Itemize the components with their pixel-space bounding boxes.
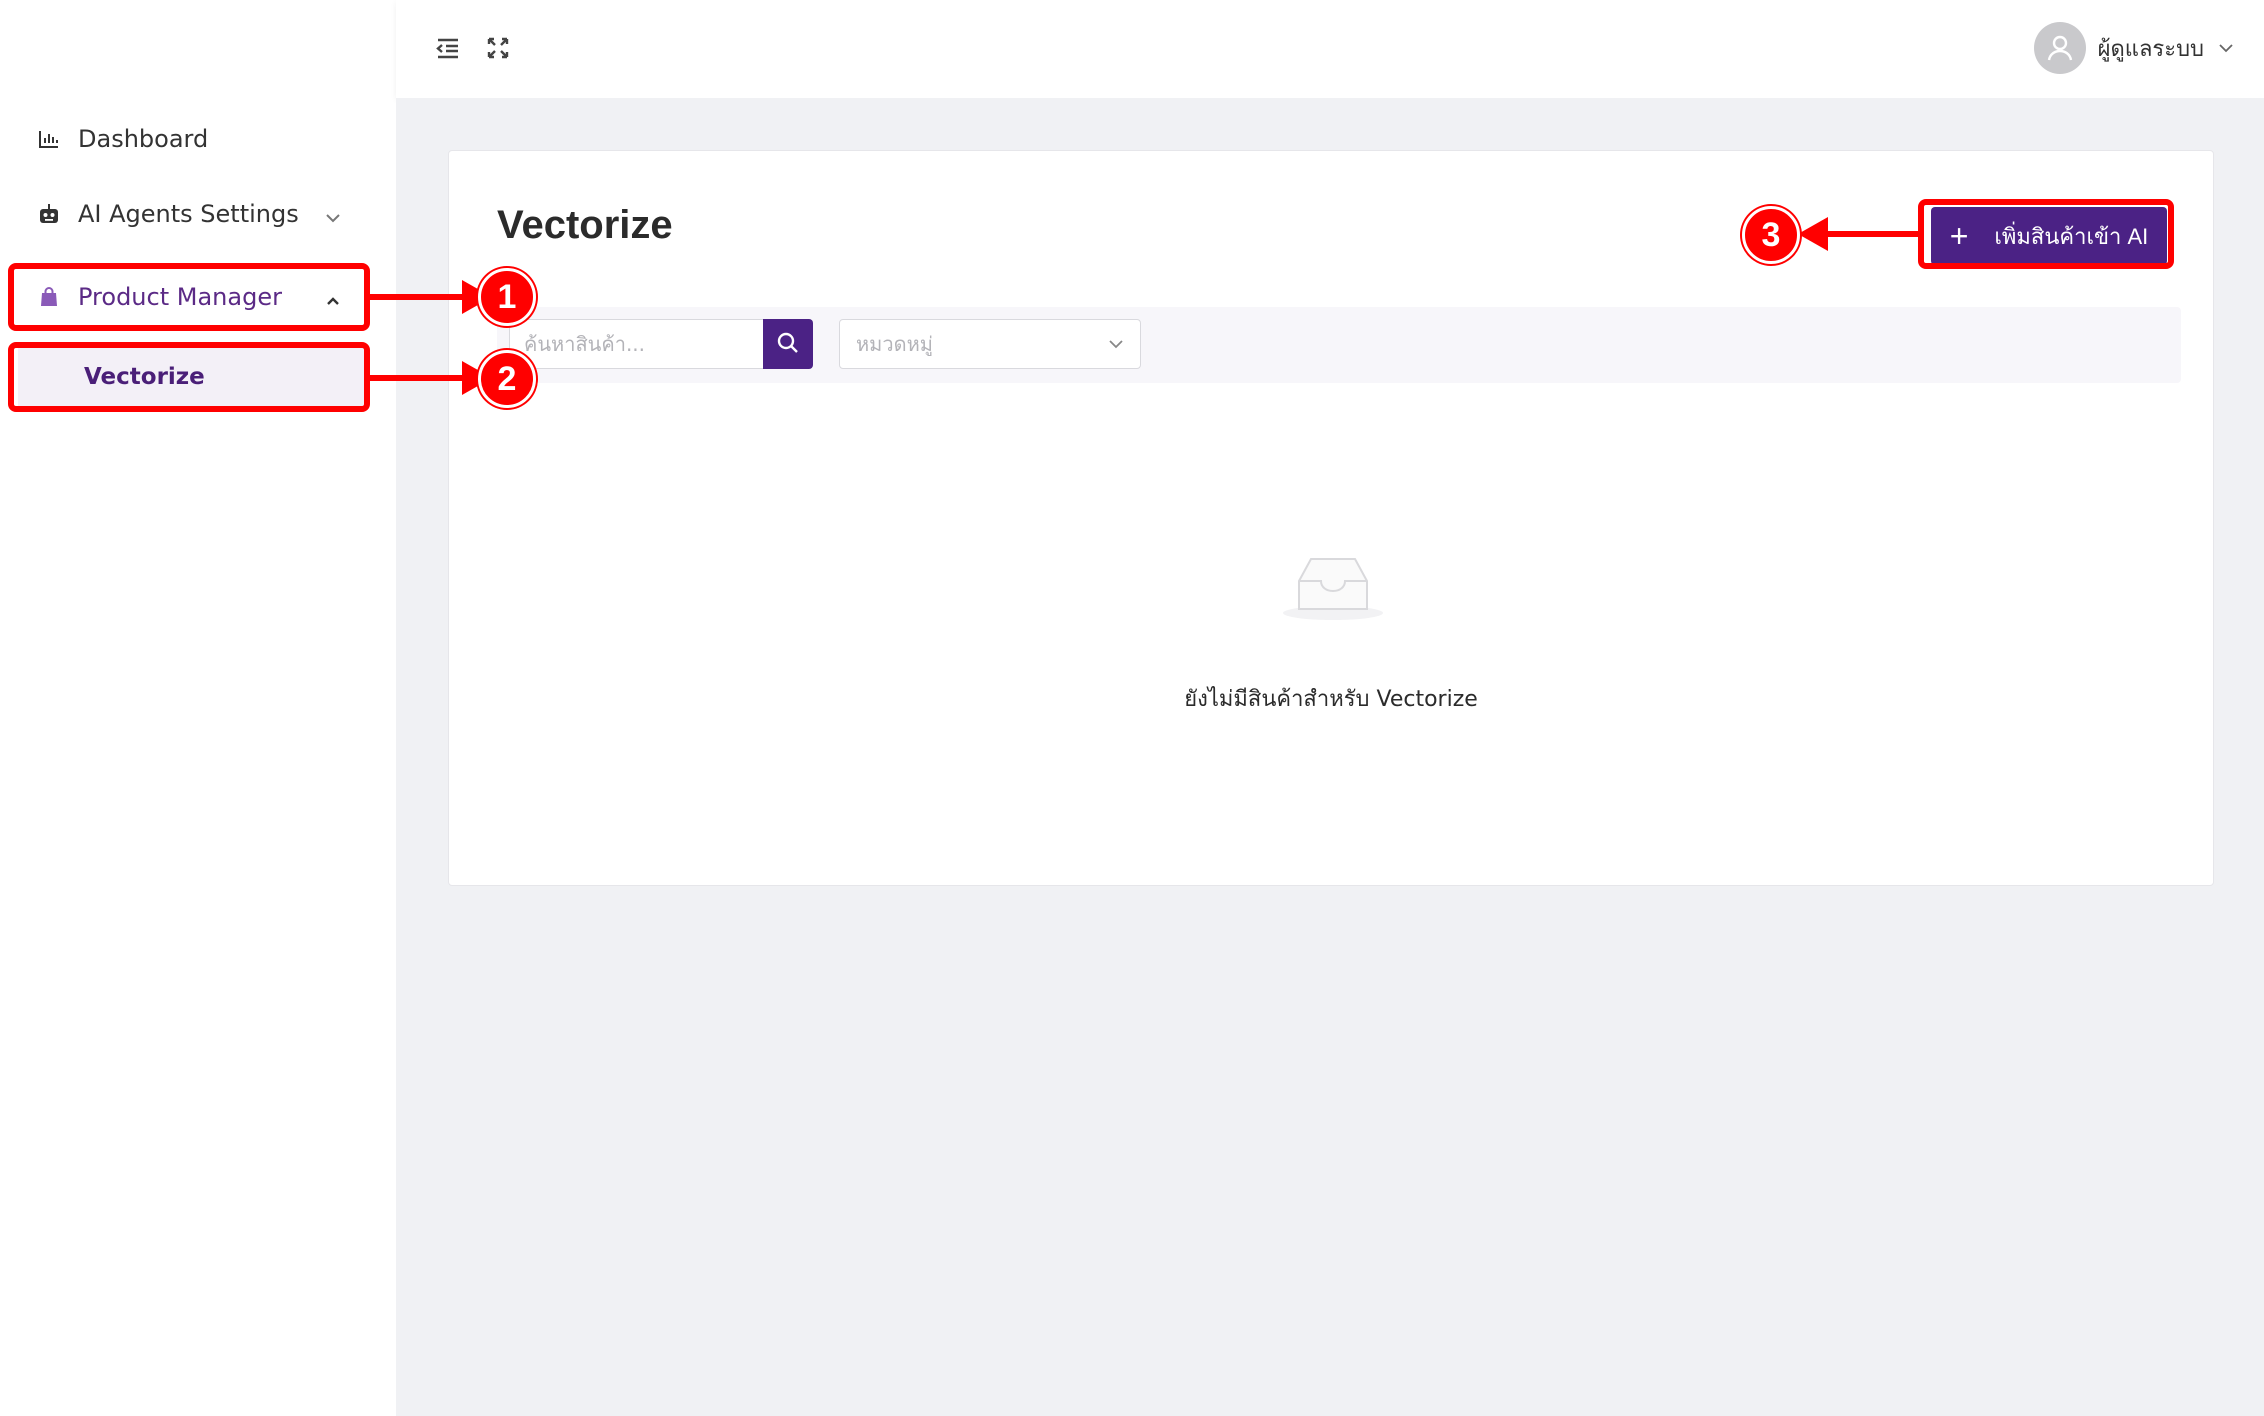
top-header: ผู้ดูแลระบบ xyxy=(396,0,2264,98)
category-placeholder: หมวดหมู่ xyxy=(856,332,933,356)
sidebar-item-label: Product Manager xyxy=(78,283,282,311)
shopping-bag-icon xyxy=(38,286,60,308)
empty-inbox-icon xyxy=(1281,551,1385,623)
app-window: Dashboard AI Agents Settings Product Man… xyxy=(0,0,2264,1416)
annotation-arrowhead-3 xyxy=(1798,217,1828,251)
annotation-arrow-2 xyxy=(370,375,470,381)
search-input[interactable] xyxy=(509,319,763,369)
sidebar-item-ai-agents-settings[interactable]: AI Agents Settings xyxy=(18,183,364,245)
chevron-down-icon xyxy=(324,205,342,223)
add-product-to-ai-button[interactable]: + เพิ่มสินค้าเข้า AI xyxy=(1931,207,2167,265)
search-button[interactable] xyxy=(763,319,813,369)
sidebar-item-dashboard[interactable]: Dashboard xyxy=(18,108,364,170)
avatar xyxy=(2033,22,2086,74)
sidebar-subitem-vectorize[interactable]: Vectorize xyxy=(18,347,364,407)
sidebar: Dashboard AI Agents Settings Product Man… xyxy=(0,0,396,1416)
sidebar-item-label: Dashboard xyxy=(78,125,209,153)
plus-icon: + xyxy=(1949,218,1969,254)
category-select[interactable]: หมวดหมู่ xyxy=(839,319,1141,369)
fullscreen-icon[interactable] xyxy=(484,34,512,62)
add-button-label: เพิ่มสินค้าเข้า AI xyxy=(1994,223,2149,249)
user-name: ผู้ดูแลระบบ xyxy=(2097,36,2204,62)
sidebar-item-label: AI Agents Settings xyxy=(78,200,299,228)
filter-bar: หมวดหมู่ xyxy=(497,307,2181,383)
bar-chart-icon xyxy=(38,128,60,150)
vectorize-card: Vectorize + เพิ่มสินค้าเข้า AI หมวดหมู่ xyxy=(448,150,2214,886)
annotation-arrow-1 xyxy=(370,294,470,300)
user-menu[interactable]: ผู้ดูแลระบบ xyxy=(2033,20,2234,76)
chevron-up-icon xyxy=(324,288,342,306)
robot-icon xyxy=(38,203,60,225)
annotation-marker-1: 1 xyxy=(478,268,536,326)
menu-collapse-icon[interactable] xyxy=(434,34,462,62)
chevron-down-icon xyxy=(1108,336,1124,352)
search-icon xyxy=(776,331,800,358)
chevron-down-icon xyxy=(2218,40,2234,56)
sidebar-subitem-label: Vectorize xyxy=(84,364,205,390)
annotation-marker-3: 3 xyxy=(1742,206,1800,264)
main-content: Vectorize + เพิ่มสินค้าเข้า AI หมวดหมู่ xyxy=(396,98,2264,1416)
page-title: Vectorize xyxy=(497,203,673,247)
empty-state-text: ยังไม่มีสินค้าสำหรับ Vectorize xyxy=(1184,687,1478,712)
sidebar-item-product-manager[interactable]: Product Manager xyxy=(18,266,364,328)
annotation-arrow-3 xyxy=(1820,231,1920,237)
annotation-marker-2: 2 xyxy=(478,350,536,408)
